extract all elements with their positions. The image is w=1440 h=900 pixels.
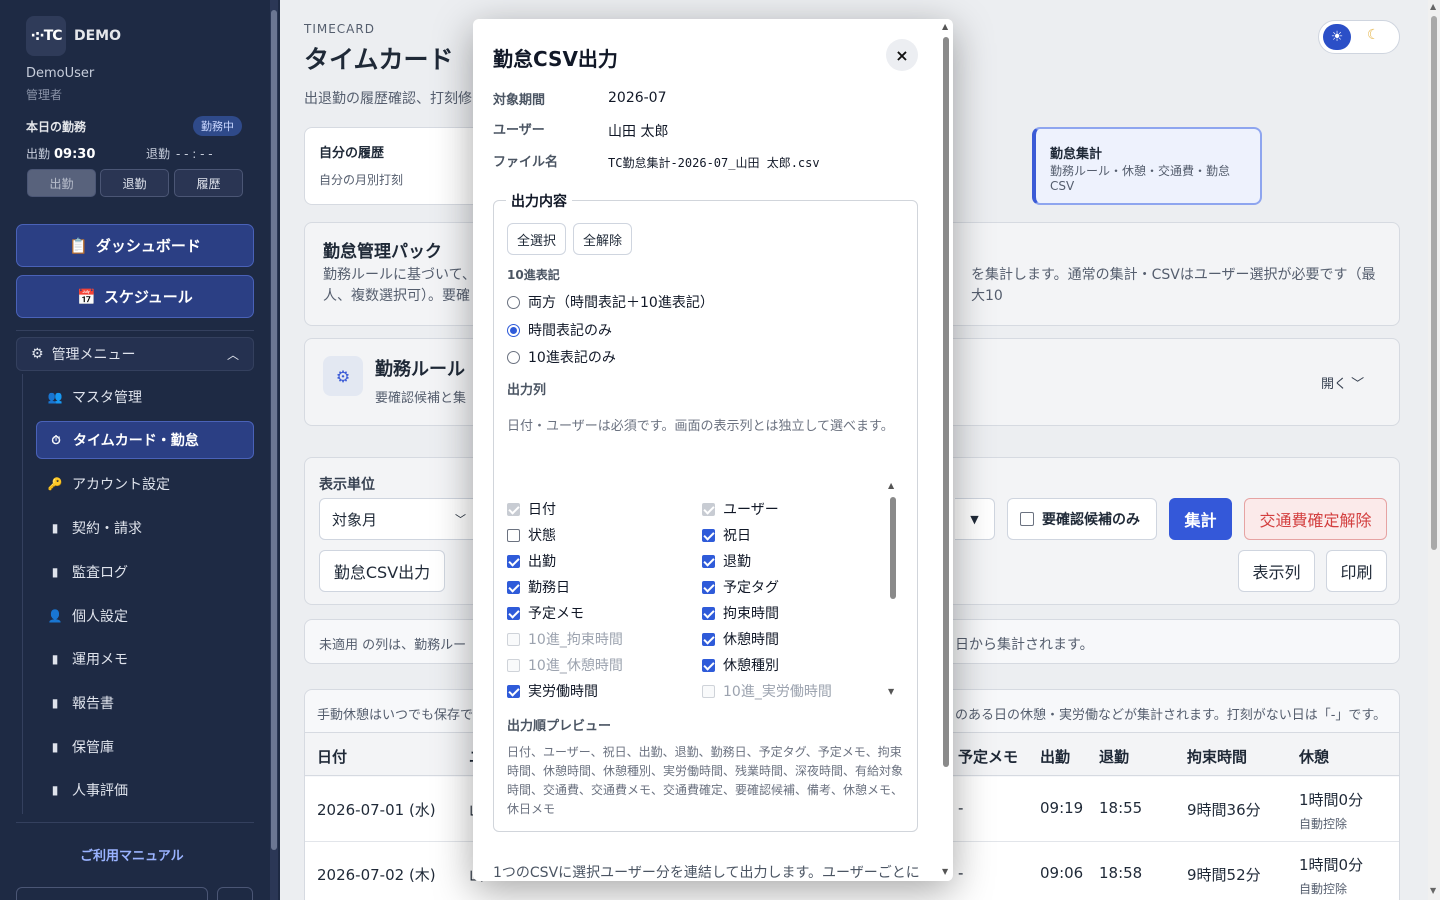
- radio-button[interactable]: [507, 323, 520, 337]
- checkbox: [507, 658, 520, 672]
- column-option-label: 10進_拘束時間: [528, 632, 623, 648]
- radio-time-only[interactable]: 時間表記のみ: [507, 320, 612, 340]
- checkbox[interactable]: [507, 606, 520, 620]
- column-option-label: 10進_休憩時間: [528, 658, 623, 674]
- radio-both[interactable]: 両方（時間表記＋10進表記）: [507, 292, 714, 312]
- scrollbar-thumb[interactable]: [890, 497, 896, 599]
- columns-scrollbar[interactable]: ▲ ▼: [888, 481, 898, 703]
- column-option[interactable]: 祝日: [702, 525, 751, 545]
- columns-label: 出力列: [507, 383, 547, 398]
- column-option[interactable]: 休憩種別: [702, 655, 779, 675]
- column-option[interactable]: 状態: [507, 525, 556, 545]
- column-option-label: 祝日: [723, 528, 751, 544]
- column-option[interactable]: 実労働時間: [507, 681, 598, 701]
- filename-value: TC勤怠集計-2026-07_山田 太郎.csv: [608, 156, 820, 170]
- decimal-label: 10進表記: [507, 268, 560, 282]
- checkbox[interactable]: [702, 632, 715, 646]
- checkbox[interactable]: [702, 528, 715, 542]
- close-icon: ×: [895, 45, 909, 65]
- column-option[interactable]: 休憩時間: [702, 629, 779, 649]
- column-option-label: 拘束時間: [723, 606, 779, 622]
- radio-button[interactable]: [507, 350, 520, 364]
- user-value: 山田 太郎: [608, 124, 669, 140]
- column-option: 日付: [507, 499, 556, 519]
- column-option: ユーザー: [702, 499, 779, 519]
- csv-export-modal: 勤怠CSV出力 × 対象期間 2026-07 ユーザー 山田 太郎 ファイル名 …: [473, 19, 953, 881]
- period-label: 対象期間: [493, 93, 546, 108]
- checkbox: [702, 502, 715, 516]
- modal-scrollbar[interactable]: ▲ ▼: [940, 19, 952, 881]
- column-option[interactable]: 出勤: [507, 551, 556, 571]
- checkbox[interactable]: [507, 684, 520, 698]
- checkbox[interactable]: [507, 580, 520, 594]
- column-option: 10進_実労働時間: [702, 681, 832, 701]
- radio-decimal-only[interactable]: 10進表記のみ: [507, 347, 616, 367]
- column-option[interactable]: 予定メモ: [507, 603, 584, 623]
- clear-all-button[interactable]: 全解除: [573, 223, 632, 255]
- checkbox[interactable]: [702, 606, 715, 620]
- footer-note: 1つのCSVに選択ユーザー分を連結して出力します。ユーザーごとに: [493, 865, 920, 881]
- column-option-label: 予定タグ: [723, 580, 779, 596]
- column-option-label: 出勤: [528, 554, 556, 570]
- scrollbar-thumb[interactable]: [943, 37, 949, 767]
- period-value: 2026-07: [608, 90, 667, 106]
- radio-button[interactable]: [507, 295, 520, 309]
- column-option-label: 日付: [528, 502, 556, 518]
- scroll-down-arrow[interactable]: ▼: [888, 687, 894, 696]
- checkbox[interactable]: [507, 554, 520, 568]
- column-option-label: 予定メモ: [528, 606, 584, 622]
- checkbox: [702, 684, 715, 698]
- column-option: 10進_拘束時間: [507, 629, 623, 649]
- preview-label: 出力順プレビュー: [507, 719, 612, 734]
- modal-title: 勤怠CSV出力: [493, 47, 618, 71]
- checkbox[interactable]: [507, 528, 520, 542]
- preview-text: 日付、ユーザー、祝日、出勤、退勤、勤務日、予定タグ、予定メモ、拘束時間、休憩時間…: [507, 745, 904, 816]
- columns-note: 日付・ユーザーは必須です。画面の表示列とは独立して選べます。: [507, 419, 894, 434]
- column-option-label: 状態: [528, 528, 556, 544]
- column-option[interactable]: 退勤: [702, 551, 751, 571]
- column-option-label: 10進_実労働時間: [723, 684, 832, 700]
- column-option: 10進_休憩時間: [507, 655, 623, 675]
- checkbox[interactable]: [702, 580, 715, 594]
- select-all-button[interactable]: 全選択: [507, 223, 566, 255]
- checkbox[interactable]: [702, 658, 715, 672]
- user-label: ユーザー: [493, 123, 545, 138]
- column-option-label: 退勤: [723, 554, 751, 570]
- column-option[interactable]: 勤務日: [507, 577, 570, 597]
- checkbox: [507, 632, 520, 646]
- close-button[interactable]: ×: [886, 39, 918, 71]
- column-option-label: 休憩種別: [723, 658, 779, 674]
- scroll-up-arrow[interactable]: ▲: [942, 22, 948, 31]
- scroll-down-arrow[interactable]: ▼: [942, 867, 948, 876]
- column-option-label: ユーザー: [723, 502, 779, 518]
- column-option[interactable]: 拘束時間: [702, 603, 779, 623]
- column-option-label: 勤務日: [528, 580, 570, 596]
- filename-label: ファイル名: [493, 155, 559, 170]
- checkbox[interactable]: [702, 554, 715, 568]
- column-option[interactable]: 予定タグ: [702, 577, 779, 597]
- output-content-title: 出力内容: [506, 191, 572, 211]
- column-option-label: 休憩時間: [723, 632, 779, 648]
- scroll-up-arrow[interactable]: ▲: [888, 481, 894, 490]
- column-option-label: 実労働時間: [528, 684, 598, 700]
- checkbox: [507, 502, 520, 516]
- column-checklist: 日付 ユーザー状態 祝日出勤 退勤勤務日 予定タグ予定メモ 拘束時間 10進_拘束時間 休憩時…: [507, 477, 903, 703]
